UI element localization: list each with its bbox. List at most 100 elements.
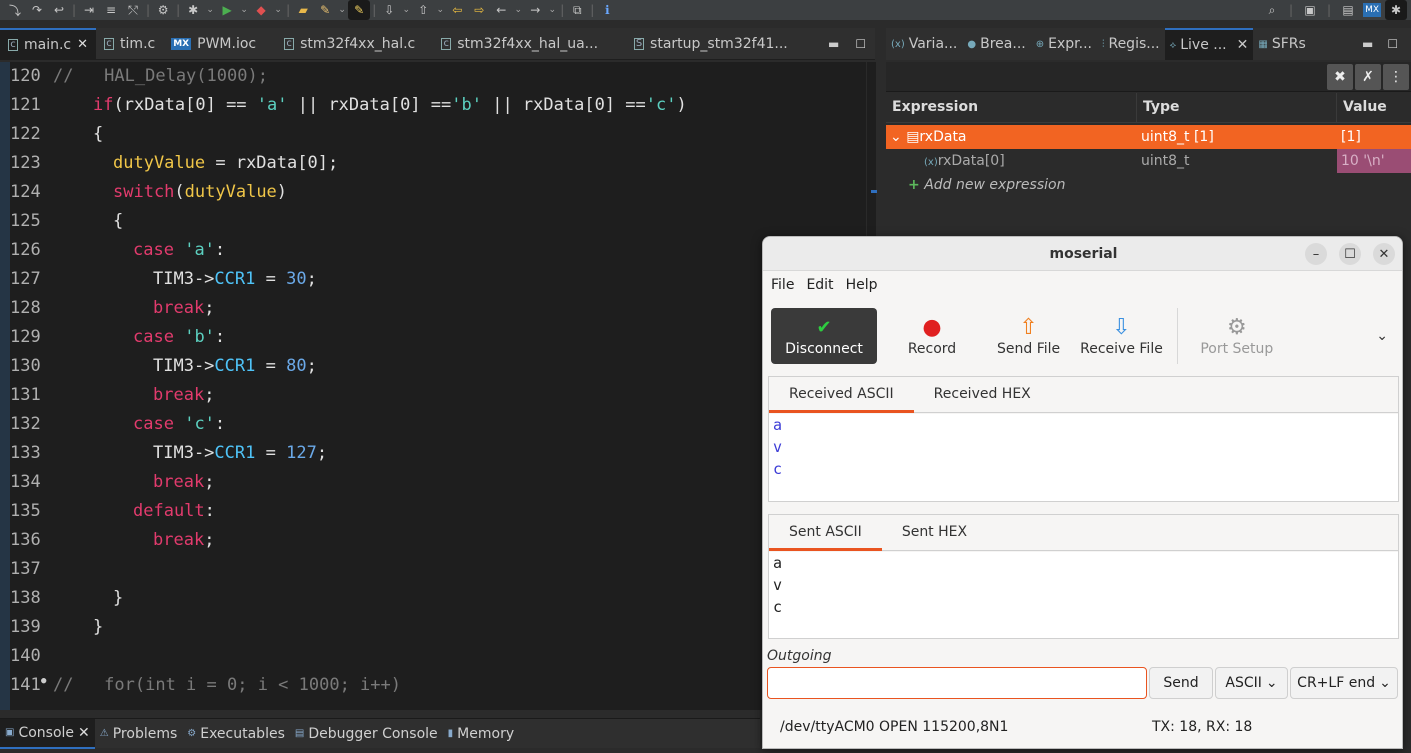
tab-problems[interactable]: ⚠ Problems [95, 719, 183, 749]
tab-memory[interactable]: ▮ Memory [443, 719, 519, 749]
column-header-value[interactable]: Value [1337, 93, 1411, 122]
add-expression-row[interactable]: + Add new expression [886, 173, 1411, 197]
open-folder-icon[interactable]: ▰ [292, 0, 314, 20]
chevron-down-icon[interactable]: ⌄ [512, 0, 524, 20]
chevron-down-icon[interactable]: ⌄ [546, 0, 558, 20]
tab-stm32f4xx-hal-uart[interactable]: c stm32f4xx_hal_ua... [423, 28, 606, 60]
tab-pwm-ioc[interactable]: MX PWM.ioc [163, 28, 264, 60]
tab-label: tim.c [120, 35, 156, 52]
column-header-type[interactable]: Type [1137, 93, 1337, 122]
step-icon[interactable]: ⤵ [4, 0, 26, 20]
highlight-icon[interactable]: ✎ [348, 0, 371, 20]
receive-file-button[interactable]: ⇩ Receive File [1070, 308, 1173, 364]
code-editor[interactable]: 120 // HAL_Delay(1000); 121 if(rxData[0] =… [0, 62, 875, 710]
received-text[interactable]: a v c [769, 414, 1398, 501]
new-window-icon[interactable]: ⧉ [566, 0, 588, 20]
value-cell[interactable]: [1] [1337, 125, 1411, 149]
instruction-step-icon[interactable]: ≡ [100, 0, 122, 20]
step-over-icon[interactable]: ↷ [26, 0, 48, 20]
struct-icon: ▤ [906, 129, 920, 145]
tab-breakpoints[interactable]: ● Brea... [962, 28, 1030, 60]
close-icon[interactable]: ✕ [77, 37, 88, 52]
restart-icon[interactable]: ⤲ [122, 0, 144, 20]
send-button[interactable]: Send [1149, 667, 1213, 699]
chevron-down-icon[interactable]: ⌄ [434, 0, 446, 20]
back-icon[interactable]: ← [490, 0, 512, 20]
chevron-down-icon[interactable]: ⌄ [238, 0, 250, 20]
outgoing-input[interactable] [767, 667, 1147, 699]
chevron-down-icon[interactable]: ⌄ [890, 129, 902, 145]
breakpoints-icon: ● [967, 38, 977, 50]
table-row[interactable]: (x)rxData[0] uint8_t 10 '\n' [886, 149, 1411, 173]
close-icon[interactable]: ✕ [1237, 37, 1249, 53]
next-annotation-icon[interactable]: ⇩ [378, 0, 400, 20]
external-tools-icon[interactable]: ◆ [250, 0, 272, 20]
line-number: 135 [10, 501, 41, 521]
menu-help[interactable]: Help [846, 272, 878, 298]
tab-console[interactable]: ▣ Console ✕ [0, 718, 95, 749]
step-return-icon[interactable]: ↩ [48, 0, 70, 20]
run-icon[interactable]: ▶ [216, 0, 238, 20]
close-icon[interactable]: ✕ [78, 725, 90, 741]
forward-edit-icon[interactable]: ⇨ [468, 0, 490, 20]
info-icon[interactable]: ℹ [596, 0, 618, 20]
line-ending-select[interactable]: CR+LF end ⌄ [1290, 667, 1398, 699]
menu-file[interactable]: File [771, 272, 794, 298]
tab-executables[interactable]: ⚙ Executables [182, 719, 290, 749]
sent-text[interactable]: a v c [769, 552, 1398, 638]
back-edit-icon[interactable]: ⇦ [446, 0, 468, 20]
chevron-down-icon[interactable]: ⌄ [1376, 328, 1388, 344]
tab-sent-ascii[interactable]: Sent ASCII [769, 515, 882, 551]
tab-tim-c[interactable]: c tim.c [96, 28, 163, 60]
maximize-icon[interactable]: ☐ [855, 37, 866, 51]
minimize-button[interactable]: – [1305, 243, 1327, 265]
tab-sfrs[interactable]: ▦ SFRs [1253, 28, 1310, 60]
tab-label: Brea... [980, 36, 1026, 52]
chevron-down-icon[interactable]: ⌄ [272, 0, 284, 20]
close-button[interactable]: ✕ [1373, 243, 1395, 265]
chevron-down-icon[interactable]: ⌄ [204, 0, 216, 20]
tab-variables[interactable]: (x) Varia... [886, 28, 962, 60]
tab-main-c[interactable]: c main.c ✕ [0, 27, 97, 60]
chevron-down-icon[interactable]: ⌄ [400, 0, 412, 20]
tab-live-expressions[interactable]: ⟡ Live ... ✕ [1164, 28, 1254, 60]
tab-received-hex[interactable]: Received HEX [914, 377, 1051, 413]
view-menu-icon[interactable]: ⋮ [1383, 64, 1409, 90]
tab-registers[interactable]: ⫶ Regis... [1097, 28, 1165, 60]
cc-perspective-icon[interactable]: ▤ [1337, 0, 1359, 20]
maximize-button[interactable]: ☐ [1339, 243, 1361, 265]
disconnect-button[interactable]: ✔ Disconnect [771, 308, 877, 364]
debug-perspective-icon[interactable]: ✱ [1385, 0, 1407, 20]
minimize-icon[interactable]: ▬ [1362, 37, 1373, 51]
port-setup-button[interactable]: ⚙ Port Setup [1182, 308, 1292, 364]
tab-stm32f4xx-hal-c[interactable]: c stm32f4xx_hal.c [264, 28, 423, 60]
menu-edit[interactable]: Edit [806, 272, 833, 298]
mx-perspective-icon[interactable]: MX [1363, 3, 1381, 17]
build-icon[interactable]: ⚙ [152, 0, 174, 20]
tab-received-ascii[interactable]: Received ASCII [769, 377, 914, 413]
record-button[interactable]: ● Record [877, 308, 987, 364]
maximize-icon[interactable]: ☐ [1387, 37, 1398, 51]
forward-icon[interactable]: → [524, 0, 546, 20]
search-icon[interactable]: ⌕ [1261, 0, 1283, 20]
send-file-button[interactable]: ⇧ Send File [987, 308, 1070, 364]
tab-sent-hex[interactable]: Sent HEX [882, 515, 987, 551]
fold-marker-icon[interactable]: ● [41, 667, 46, 696]
brush-icon[interactable]: ✎ [314, 0, 336, 20]
tab-startup[interactable]: S startup_stm32f41... [606, 28, 796, 60]
remove-all-expressions-icon[interactable]: ✗ [1355, 64, 1381, 90]
run-to-line-icon[interactable]: ⇥ [78, 0, 100, 20]
column-header-expression[interactable]: Expression [886, 93, 1137, 122]
value-cell[interactable]: 10 '\n' [1337, 149, 1411, 173]
remove-expression-icon[interactable]: ✖ [1327, 64, 1353, 90]
tab-expressions[interactable]: ⊕ Expr... [1031, 28, 1097, 60]
tab-debugger-console[interactable]: ▤ Debugger Console [290, 719, 443, 749]
minimize-icon[interactable]: ▬ [828, 37, 839, 51]
upload-arrow-icon: ⇧ [1019, 315, 1038, 340]
debug-icon[interactable]: ✱ [182, 0, 204, 20]
chevron-down-icon[interactable]: ⌄ [336, 0, 348, 20]
table-row[interactable]: ⌄ ▤rxData uint8_t [1] [1] [886, 125, 1411, 149]
prev-annotation-icon[interactable]: ⇧ [412, 0, 434, 20]
perspective-icon[interactable]: ▣ [1299, 0, 1321, 20]
encoding-select[interactable]: ASCII ⌄ [1215, 667, 1288, 699]
